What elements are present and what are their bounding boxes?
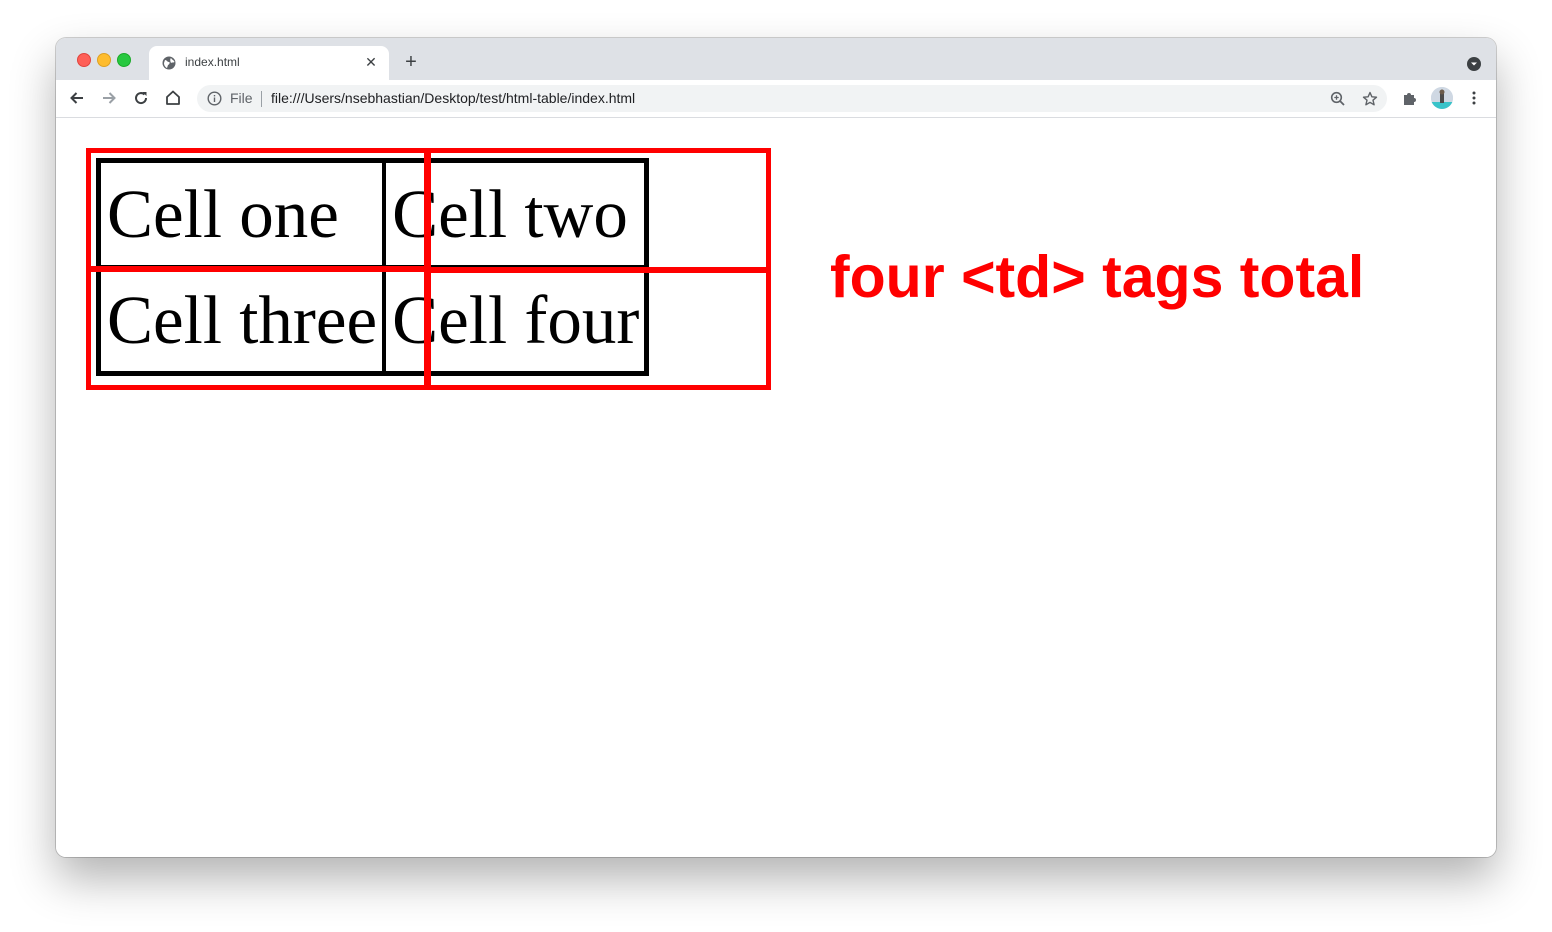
- browser-window: index.html ✕ + File file:///Users/nsebha…: [56, 38, 1496, 857]
- tab-title: index.html: [185, 55, 240, 69]
- td-highlight-box: [426, 148, 771, 272]
- zoom-icon[interactable]: [1329, 90, 1347, 108]
- home-icon[interactable]: [163, 88, 183, 108]
- scheme-label: File: [230, 90, 253, 106]
- tab-strip: index.html ✕ +: [56, 38, 1496, 80]
- avatar[interactable]: [1431, 87, 1453, 109]
- minimize-window-button[interactable]: [97, 53, 111, 67]
- td-highlight-box: [426, 268, 771, 390]
- tab-index[interactable]: index.html ✕: [149, 46, 389, 80]
- forward-arrow-icon[interactable]: [99, 88, 119, 108]
- tab-search-icon[interactable]: [1466, 56, 1482, 72]
- td-highlight-box: [86, 148, 429, 272]
- divider: [261, 91, 262, 107]
- annotation-text: four <td> tags total: [830, 244, 1365, 310]
- maximize-window-button[interactable]: [117, 53, 131, 67]
- puzzle-icon[interactable]: [1401, 89, 1419, 107]
- plus-icon[interactable]: +: [400, 51, 422, 73]
- back-arrow-icon[interactable]: [67, 88, 87, 108]
- close-window-button[interactable]: [77, 53, 91, 67]
- star-icon[interactable]: [1361, 90, 1379, 108]
- address-bar[interactable]: File file:///Users/nsebhastian/Desktop/t…: [197, 85, 1387, 112]
- close-icon[interactable]: ✕: [363, 54, 379, 70]
- toolbar: File file:///Users/nsebhastian/Desktop/t…: [56, 80, 1496, 118]
- url-text[interactable]: file:///Users/nsebhastian/Desktop/test/h…: [271, 90, 635, 106]
- reload-icon[interactable]: [131, 88, 151, 108]
- info-icon[interactable]: [207, 91, 222, 106]
- more-vert-icon[interactable]: [1465, 89, 1483, 107]
- page-content: Cell one Cell two Cell three Cell four f…: [56, 118, 1496, 857]
- globe-icon: [162, 56, 176, 70]
- td-highlight-box: [86, 266, 429, 390]
